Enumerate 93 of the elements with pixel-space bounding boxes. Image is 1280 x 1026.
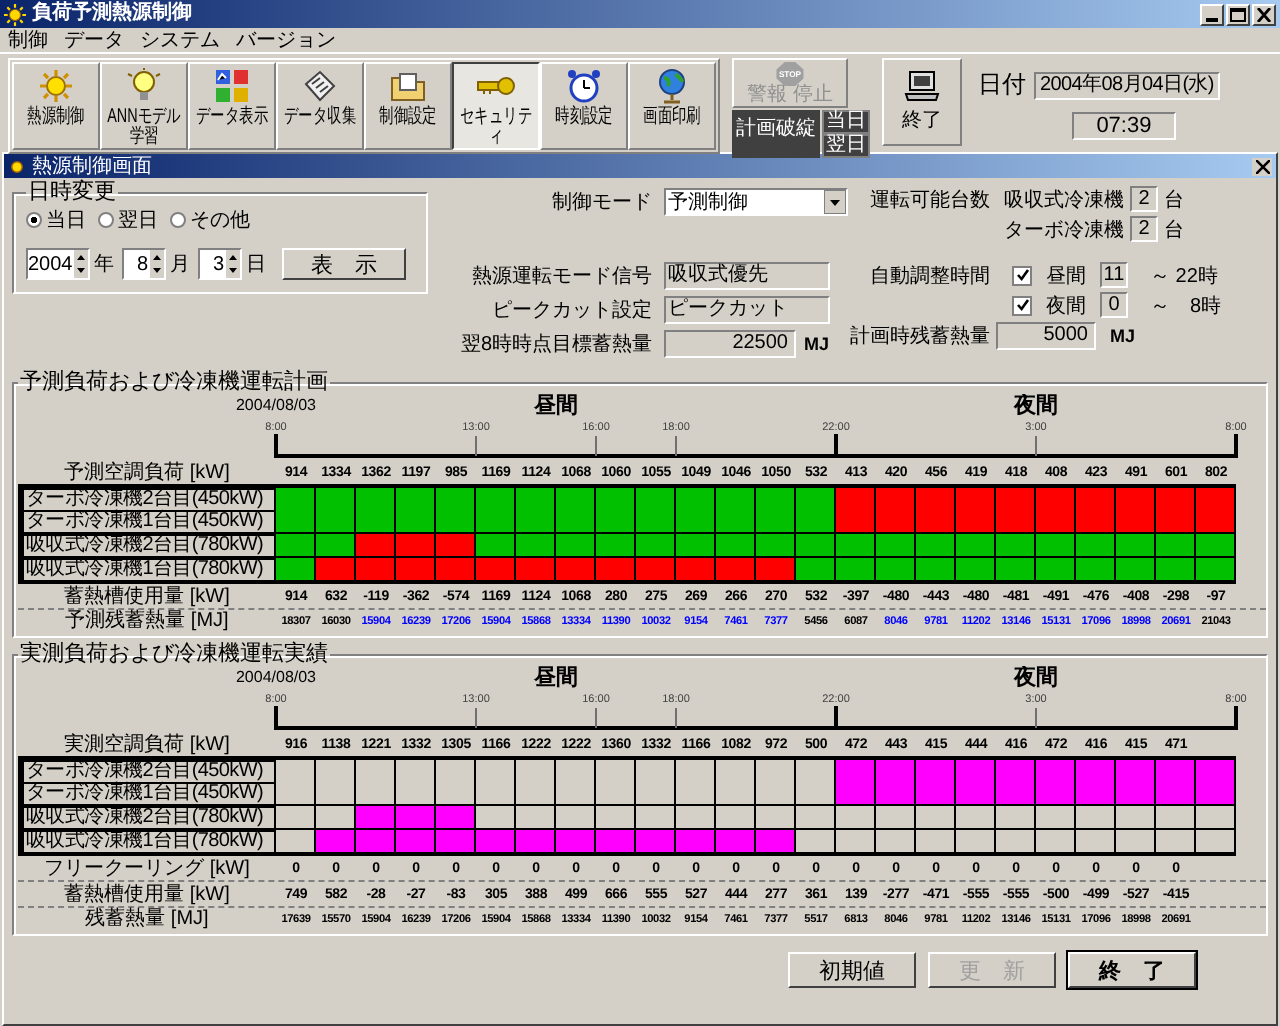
caret-icon [824, 189, 846, 213]
day-indicator: 当日 [822, 110, 870, 134]
field-label: 制御モード [550, 189, 654, 215]
count-field: 2 [1130, 216, 1158, 242]
inner-window-title: 熱源制御画面 [32, 155, 152, 177]
number-spinner[interactable]: 3 [198, 248, 242, 280]
checkbox[interactable] [1012, 265, 1032, 285]
date-label: 2004/08/03 [235, 396, 317, 414]
radio-option[interactable]: 当日 [26, 206, 86, 234]
hour-field[interactable]: 11 [1100, 262, 1128, 288]
date-display: 2004年08月04日(水) [1034, 71, 1220, 99]
unit-label: 台 [1164, 217, 1184, 243]
action-button[interactable]: 初期値 [788, 952, 916, 988]
end-hour-label: ～ 22時 [1150, 263, 1218, 289]
row-label: フリークーリング [kW] [42, 857, 252, 879]
row-label: 実測空調負荷 [kW] [62, 733, 232, 755]
close-icon [1255, 159, 1269, 173]
lightbulb-icon [124, 68, 164, 104]
readonly-field: 22500 [664, 329, 796, 357]
time-display: 07:39 [1071, 112, 1176, 140]
count-field: 2 [1130, 186, 1158, 212]
row-label: 予測空調負荷 [kW] [62, 461, 232, 483]
number-spinner[interactable]: 8 [122, 248, 166, 280]
maximize-icon [1230, 7, 1246, 21]
chiller-label: 吸収式冷凍機 [1002, 187, 1124, 213]
end-hour-label: ～ 8時 [1150, 293, 1222, 319]
readonly-field: 吸収式優先 [664, 261, 830, 289]
action-button[interactable]: 終 了 [1068, 952, 1196, 988]
group-title: 予測負荷および冷凍機運転計画 [18, 372, 330, 394]
unit-label: MJ [804, 333, 830, 353]
toolbar-button[interactable]: 熱源制御 [12, 62, 100, 150]
folder-icon [388, 68, 428, 104]
row-label: 蓄熱槽使用量 [kW] [62, 585, 232, 607]
mode-dropdown[interactable]: 予測制御 [664, 187, 848, 215]
unit-label: 台 [1164, 187, 1184, 213]
charts-icon [212, 68, 252, 104]
readonly-field: 5000 [996, 321, 1096, 349]
row-label: 蓄熱槽使用量 [kW] [62, 883, 232, 905]
toolbar-button[interactable]: ANNモデル学習 [100, 62, 188, 150]
row-label: 残蓄熱量 [MJ] [83, 908, 211, 930]
checkbox[interactable] [1012, 295, 1032, 315]
radio-option[interactable]: その他 [170, 206, 250, 234]
field-label: 運転可能台数 [868, 187, 990, 213]
field-label: 熱源運転モード信号 [470, 263, 654, 289]
toolbar-button[interactable]: 画面印刷 [628, 62, 716, 150]
menu-item[interactable]: データ [64, 29, 124, 51]
toolbar-button[interactable]: 時刻設定 [540, 62, 628, 150]
spin-arrows-icon [74, 250, 88, 278]
sun-icon [8, 157, 26, 175]
spin-arrows-icon [226, 250, 240, 278]
spin-arrows-icon [150, 250, 164, 278]
sun-icon [36, 68, 76, 104]
menu-item[interactable]: バージョン [236, 29, 336, 51]
maximize-button[interactable] [1226, 3, 1250, 25]
toolbar-button[interactable]: データ表示 [188, 62, 276, 150]
show-button[interactable]: 表 示 [282, 248, 406, 280]
window-title: 負荷予測熱源制御 [32, 2, 192, 26]
date-label: 日付 [978, 68, 1026, 102]
unit-label: 日 [246, 252, 266, 278]
period-label: 昼間 [1046, 263, 1086, 289]
field-label: 翌8時時点目標蓄熱量 [458, 331, 654, 357]
unit-label: 月 [170, 252, 190, 278]
period-label: 昼間 [534, 666, 578, 690]
plan-failure-indicator: 計画破綻 [732, 110, 820, 158]
field-label: ピークカット設定 [490, 297, 654, 323]
period-label: 昼間 [534, 394, 578, 418]
close-icon [1256, 7, 1272, 21]
documents-icon [300, 68, 340, 104]
field-label: 自動調整時間 [868, 263, 990, 289]
readonly-field: ピークカット [664, 295, 830, 323]
hour-field[interactable]: 0 [1100, 292, 1128, 318]
field-label: 計画時残蓄熱量 [848, 323, 990, 349]
sun-icon [4, 3, 26, 25]
computer-icon [904, 70, 940, 102]
group-title: 実測負荷および冷凍機運転実績 [18, 644, 330, 666]
close-button[interactable] [1252, 157, 1272, 175]
date-label: 2004/08/03 [235, 668, 317, 686]
number-spinner[interactable]: 2004 [26, 248, 90, 280]
radio-option[interactable]: 翌日 [98, 206, 158, 234]
toolbar-button[interactable]: データ収集 [276, 62, 364, 150]
group-title: 日時変更 [26, 182, 118, 204]
unit-label: MJ [1110, 325, 1136, 345]
minimize-button[interactable] [1200, 3, 1224, 25]
toolbar-button[interactable]: セキュリティ [452, 62, 540, 150]
chiller-label: ターボ冷凍機 [1002, 217, 1124, 243]
row-label: 予測残蓄熱量 [MJ] [63, 610, 231, 632]
menu-item[interactable]: 制御 [8, 29, 48, 51]
period-label: 夜間 [1046, 293, 1086, 319]
exit-button[interactable]: 終了 [882, 58, 962, 146]
menu-item[interactable]: システム [140, 29, 220, 51]
toolbar-button[interactable]: 制御設定 [364, 62, 452, 150]
unit-label: 年 [94, 252, 114, 278]
alarm-clock-icon [564, 68, 604, 104]
